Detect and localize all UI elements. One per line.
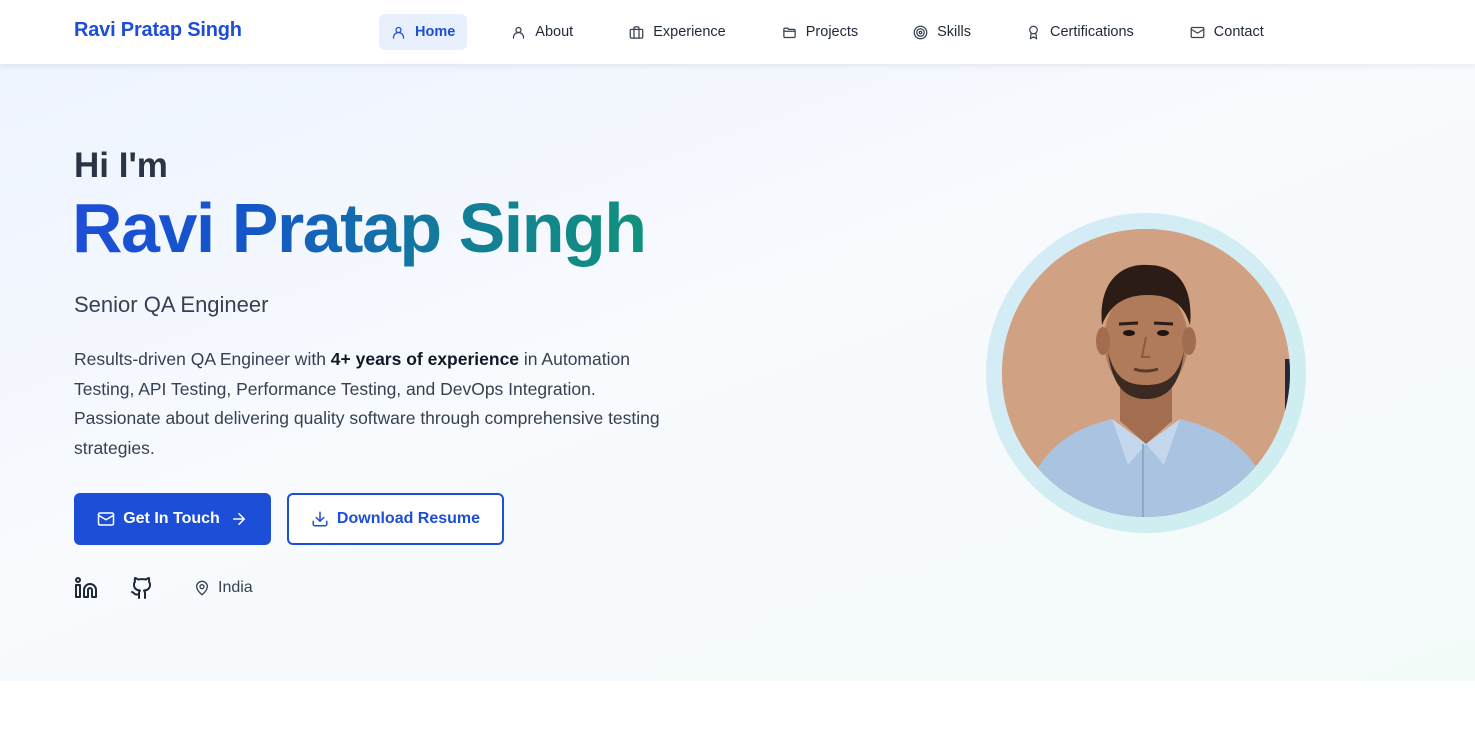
download-icon — [312, 511, 328, 527]
profile-photo-illustration — [1002, 229, 1290, 517]
nav-item-label: Contact — [1213, 24, 1264, 40]
download-resume-button[interactable]: Download Resume — [287, 493, 504, 545]
linkedin-icon — [75, 577, 97, 598]
github-icon — [131, 577, 152, 599]
arrow-right-icon — [232, 513, 245, 525]
button-label: Download Resume — [336, 510, 481, 527]
nav-item-skills[interactable]: Skills — [901, 14, 983, 50]
location-text: India — [218, 579, 253, 596]
nav-item-label: Certifications — [1049, 24, 1134, 40]
nav-item-experience[interactable]: Experience — [617, 14, 738, 50]
hero-greeting: Hi I'm — [74, 146, 168, 185]
nav-menu: Home About Experience Projects Skills Ce… — [379, 14, 1276, 50]
nav-item-home[interactable]: Home — [379, 14, 468, 50]
nav-item-contact[interactable]: Contact — [1178, 14, 1276, 50]
linkedin-link[interactable] — [74, 576, 98, 600]
mail-icon — [97, 512, 115, 526]
map-pin-icon — [196, 580, 208, 596]
folder-icon — [783, 27, 796, 38]
mail-icon — [1190, 26, 1205, 38]
hero-role: Senior QA Engineer — [74, 292, 269, 317]
hero-description: Results-driven QA Engineer with 4+ years… — [74, 345, 674, 463]
location: India — [194, 579, 253, 597]
briefcase-icon — [629, 25, 644, 39]
description-text: Results-driven QA Engineer with — [74, 349, 331, 369]
brand-logo-link[interactable]: Ravi Pratap Singh — [74, 19, 242, 42]
nav-item-about[interactable]: About — [499, 14, 585, 50]
nav-item-label: Home — [415, 24, 456, 40]
nav-item-label: Experience — [653, 24, 726, 40]
user-icon — [513, 26, 525, 39]
nav-item-label: About — [535, 24, 574, 40]
hero-name: Ravi Pratap Singh — [72, 189, 647, 267]
target-icon — [913, 25, 928, 39]
nav-item-label: Projects — [805, 24, 859, 40]
nav-item-label: Skills — [937, 24, 971, 40]
github-link[interactable] — [130, 576, 154, 600]
hero-section: Hi I'm Ravi Pratap Singh Senior QA Engin… — [0, 64, 1475, 681]
button-label: Get In Touch — [123, 510, 220, 527]
award-icon — [1029, 25, 1038, 39]
profile-photo — [1002, 229, 1290, 517]
description-highlight: 4+ years of experience — [330, 349, 520, 369]
get-in-touch-button[interactable]: Get In Touch — [74, 493, 271, 545]
nav-item-projects[interactable]: Projects — [770, 14, 870, 50]
user-icon — [392, 26, 405, 39]
top-navbar: Ravi Pratap Singh Home About Experience … — [0, 0, 1475, 64]
nav-item-certifications[interactable]: Certifications — [1014, 14, 1146, 50]
